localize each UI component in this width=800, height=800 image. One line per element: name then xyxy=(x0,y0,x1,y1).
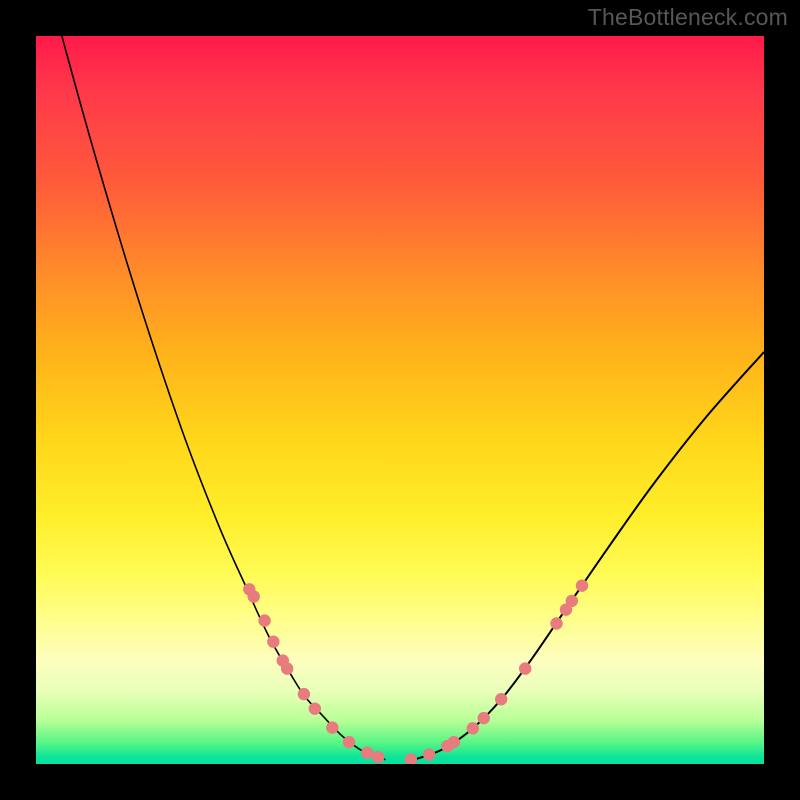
data-marker xyxy=(423,748,435,760)
data-marker xyxy=(405,753,417,764)
plot-area xyxy=(36,36,764,764)
data-marker xyxy=(267,635,279,647)
data-marker xyxy=(343,736,355,748)
data-marker xyxy=(448,736,460,748)
data-marker xyxy=(478,712,490,724)
data-marker xyxy=(298,688,310,700)
chart-frame: TheBottleneck.com xyxy=(0,0,800,800)
watermark-text: TheBottleneck.com xyxy=(588,4,788,31)
curve-layer xyxy=(36,36,764,764)
curve-right-branch xyxy=(415,352,764,760)
data-marker xyxy=(281,662,293,674)
curve-left-branch xyxy=(58,36,386,760)
markers-right xyxy=(405,579,588,764)
data-marker xyxy=(566,595,578,607)
data-marker xyxy=(361,747,373,759)
data-marker xyxy=(372,751,384,763)
data-marker xyxy=(550,617,562,629)
data-marker xyxy=(247,590,259,602)
data-marker xyxy=(467,722,479,734)
data-marker xyxy=(495,693,507,705)
data-marker xyxy=(326,721,338,733)
data-marker xyxy=(258,614,270,626)
data-marker xyxy=(576,579,588,591)
data-marker xyxy=(519,662,531,674)
data-marker xyxy=(309,702,321,714)
markers-left xyxy=(243,583,384,763)
